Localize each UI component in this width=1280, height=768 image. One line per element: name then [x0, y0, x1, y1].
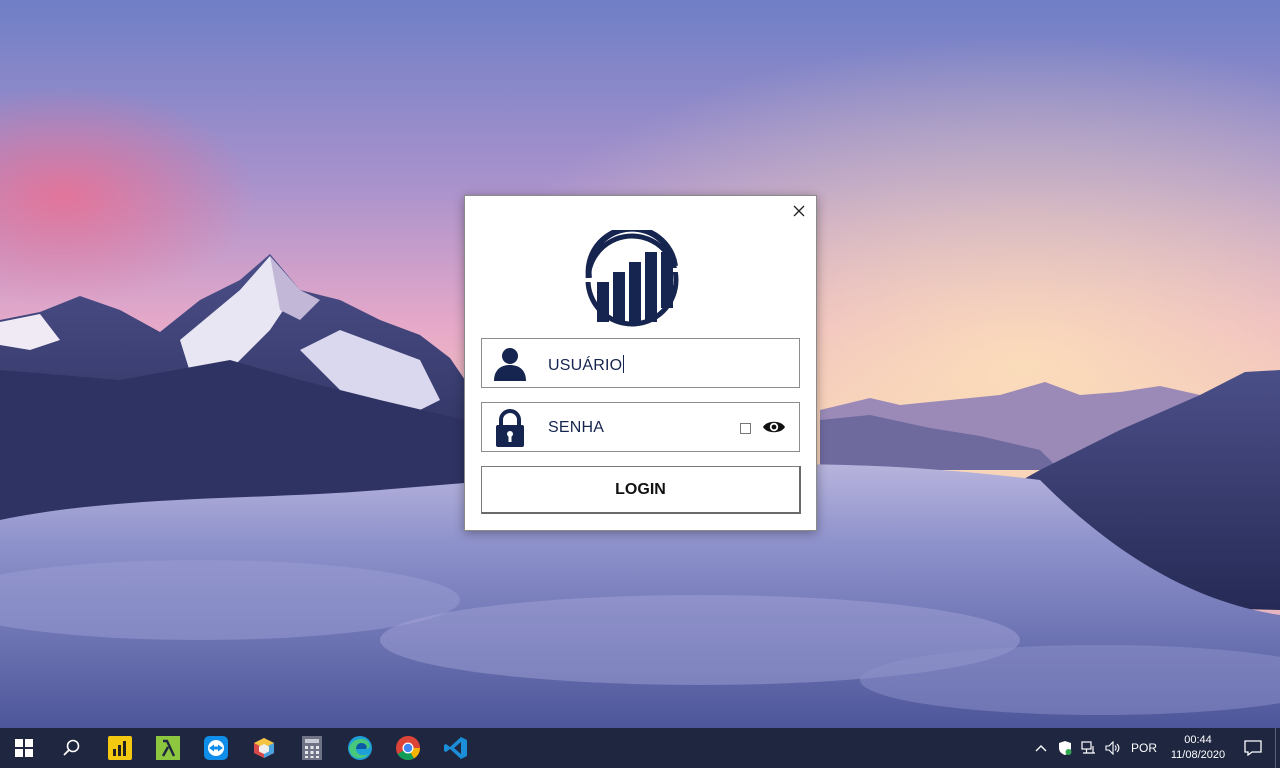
clock-date: 11/08/2020: [1170, 749, 1226, 761]
show-hidden-icons-button[interactable]: [1029, 728, 1053, 768]
shield-icon: [1058, 741, 1072, 755]
taskbar-app-vscode[interactable]: [432, 728, 480, 768]
taskbar-app-powerbi[interactable]: [96, 728, 144, 768]
user-icon: [494, 348, 526, 381]
taskbar-app-lambda[interactable]: [144, 728, 192, 768]
vscode-icon: [444, 737, 467, 759]
power-bi-icon: [108, 736, 132, 760]
taskbar: POR 00:44 11/08/2020: [0, 728, 1280, 768]
app-logo: [579, 225, 685, 328]
calculator-icon: [302, 736, 322, 760]
taskbar-app-box[interactable]: [240, 728, 288, 768]
close-icon: [793, 205, 805, 217]
chrome-icon: [396, 736, 420, 761]
eye-icon[interactable]: [762, 418, 786, 436]
box-app-icon: [254, 738, 274, 758]
volume-tray-button[interactable]: [1101, 728, 1125, 768]
lambda-app-icon: [156, 736, 180, 760]
speaker-icon: [1105, 741, 1120, 755]
password-value[interactable]: SENHA: [548, 419, 604, 437]
windows-icon: [15, 739, 33, 757]
taskbar-app-calculator[interactable]: [288, 728, 336, 768]
lock-icon: [496, 409, 524, 447]
system-tray: POR 00:44 11/08/2020: [1029, 728, 1280, 768]
username-value[interactable]: USUÁRIO: [548, 355, 625, 375]
taskbar-app-edge[interactable]: [336, 728, 384, 768]
network-tray-button[interactable]: [1077, 728, 1101, 768]
notification-icon: [1244, 740, 1262, 756]
search-icon: [63, 739, 80, 756]
taskbar-app-chrome[interactable]: [384, 728, 432, 768]
show-password-checkbox[interactable]: [740, 423, 751, 434]
show-desktop-button[interactable]: [1275, 728, 1280, 768]
clock-time: 00:44: [1184, 734, 1212, 746]
input-language[interactable]: POR: [1131, 741, 1157, 755]
password-field[interactable]: SENHA: [481, 402, 800, 452]
security-tray-button[interactable]: [1053, 728, 1077, 768]
teamviewer-icon: [204, 736, 228, 760]
start-button[interactable]: [0, 728, 48, 768]
search-button[interactable]: [48, 728, 96, 768]
text-caret: [623, 355, 625, 373]
clock[interactable]: 00:44 11/08/2020: [1165, 733, 1231, 763]
edge-icon: [348, 736, 372, 760]
taskbar-app-teamviewer[interactable]: [192, 728, 240, 768]
close-button[interactable]: [788, 201, 810, 221]
action-center-button[interactable]: [1231, 728, 1275, 768]
network-icon: [1081, 741, 1095, 754]
chevron-up-icon: [1035, 745, 1047, 752]
login-dialog: USUÁRIO SENHA LOGIN: [464, 195, 817, 531]
username-field[interactable]: USUÁRIO: [481, 338, 800, 388]
login-button[interactable]: LOGIN: [481, 466, 801, 514]
